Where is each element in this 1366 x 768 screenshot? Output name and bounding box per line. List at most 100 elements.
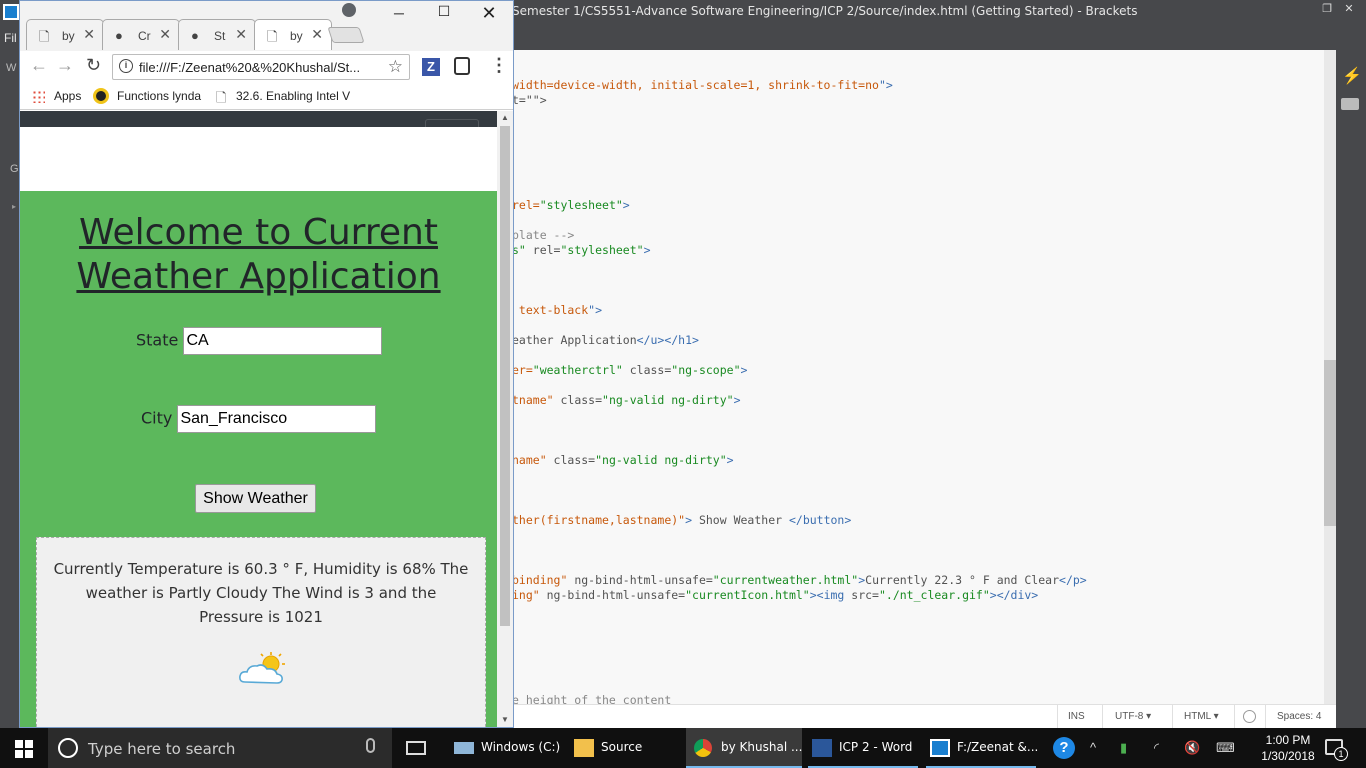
taskbar-app-chrome[interactable]: by Khushal ... bbox=[686, 728, 802, 768]
info-icon[interactable]: i bbox=[119, 59, 133, 73]
state-row: State bbox=[136, 327, 383, 355]
browser-tab-active[interactable]: 🗋 by ✕ bbox=[254, 19, 332, 50]
taskbar-app-brackets[interactable]: F:/Zeenat &... bbox=[922, 728, 1040, 768]
menu-file[interactable]: Fil bbox=[4, 31, 17, 45]
weather-result-text: Currently Temperature is 60.3 ° F, Humid… bbox=[53, 560, 469, 626]
microphone-icon[interactable] bbox=[366, 738, 375, 753]
page-scroll-thumb[interactable] bbox=[500, 126, 510, 626]
bookmark-intel[interactable]: 32.6. Enabling Intel V bbox=[236, 89, 350, 103]
windows-logo-icon bbox=[15, 740, 33, 758]
new-tab-button[interactable] bbox=[327, 27, 365, 43]
browser-toolbar: ← → ↻ i file:///F:/Zeenat%20&%20Khushal/… bbox=[20, 51, 513, 83]
github-icon: ● bbox=[115, 28, 123, 43]
status-separator bbox=[1234, 705, 1235, 729]
status-ins[interactable]: INS bbox=[1068, 711, 1085, 722]
show-hidden-icons-chevron-icon[interactable]: ^ bbox=[1090, 740, 1096, 755]
clock-date[interactable]: 1/30/2018 bbox=[1254, 749, 1322, 763]
code-line: plate --> bbox=[512, 228, 574, 242]
code-token: width=device-width, initial-scale=1, shr… bbox=[512, 78, 879, 92]
clock-time[interactable]: 1:00 PM bbox=[1262, 733, 1314, 747]
sidebar-project-label[interactable]: G bbox=[10, 163, 19, 175]
extension-print-icon[interactable] bbox=[454, 57, 470, 75]
partly-cloudy-icon bbox=[239, 652, 285, 684]
chrome-icon bbox=[694, 739, 712, 757]
city-label: City bbox=[141, 408, 173, 428]
taskbar-app-word[interactable]: ICP 2 - Word bbox=[804, 728, 922, 768]
expand-arrow-icon[interactable]: ▸ bbox=[12, 202, 16, 211]
restore-icon[interactable]: ❐ bbox=[1316, 2, 1338, 15]
status-spaces[interactable]: Spaces: 4 bbox=[1277, 711, 1321, 722]
taskbar-search[interactable]: Type here to search bbox=[48, 728, 392, 768]
tab-close-icon[interactable]: ✕ bbox=[311, 26, 323, 43]
extension-manager-icon[interactable] bbox=[1341, 98, 1359, 110]
city-input[interactable] bbox=[177, 405, 377, 433]
brackets-window-controls[interactable]: ❐ ✕ bbox=[1316, 2, 1360, 15]
code-token: plate --> bbox=[512, 228, 575, 242]
code-line: eather Application</u></h1> bbox=[512, 333, 699, 347]
keyboard-icon[interactable]: ⌨ bbox=[1216, 740, 1235, 756]
code-editor[interactable]: width=device-width, initial-scale=1, shr… bbox=[512, 50, 1324, 704]
code-token: ></div> bbox=[989, 588, 1039, 602]
brackets-statusbar: INS UTF-8 ▾ HTML ▾ Spaces: 4 bbox=[512, 704, 1336, 729]
code-token: > bbox=[733, 393, 741, 407]
taskbar-app-explorer-c[interactable]: Windows (C:) bbox=[446, 728, 564, 768]
status-language[interactable]: HTML ▾ bbox=[1184, 711, 1219, 722]
page-scrollbar[interactable]: ▲ ▼ bbox=[497, 111, 513, 727]
url-text[interactable]: file:///F:/Zeenat%20&%20Khushal/St... bbox=[139, 60, 379, 75]
battery-icon[interactable]: ▮ bbox=[1120, 740, 1127, 756]
brackets-top-strip bbox=[512, 28, 1336, 50]
navbar-toggler[interactable] bbox=[425, 119, 479, 139]
editor-scroll-thumb[interactable] bbox=[1324, 360, 1336, 526]
wifi-icon[interactable]: ◜ bbox=[1154, 740, 1159, 756]
scroll-up-icon[interactable]: ▲ bbox=[501, 113, 509, 122]
page-icon: 🗋 bbox=[267, 29, 278, 44]
bookmark-apps[interactable]: Apps bbox=[54, 89, 81, 103]
volume-muted-icon[interactable]: 🔇 bbox=[1184, 740, 1200, 756]
code-token: text-black bbox=[512, 303, 589, 317]
tab-close-icon[interactable]: ✕ bbox=[235, 26, 247, 43]
code-token: ing" bbox=[512, 588, 540, 602]
code-line: er="weatherctrl" class="ng-scope"> bbox=[512, 363, 747, 377]
code-token: > bbox=[685, 513, 693, 527]
back-arrow-icon[interactable]: ← bbox=[30, 55, 48, 76]
maximize-icon[interactable]: ☐ bbox=[433, 3, 455, 20]
minimize-icon[interactable]: ─ bbox=[388, 5, 410, 21]
code-token: tname" bbox=[512, 393, 554, 407]
browser-tab[interactable]: 🗋 by ✕ bbox=[26, 19, 104, 50]
code-token: "ng-valid ng-dirty" bbox=[602, 393, 734, 407]
address-bar[interactable]: i file:///F:/Zeenat%20&%20Khushal/St... … bbox=[112, 54, 410, 80]
code-token: class= bbox=[553, 393, 603, 407]
code-line: s" rel="stylesheet"> bbox=[512, 243, 651, 257]
code-token: "./nt_clear.gif" bbox=[878, 588, 990, 602]
show-weather-button[interactable]: Show Weather bbox=[195, 484, 316, 513]
browser-tab[interactable]: ● Cr ✕ bbox=[102, 19, 180, 50]
code-token: name" bbox=[512, 453, 547, 467]
scroll-down-icon[interactable]: ▼ bbox=[501, 715, 509, 724]
tab-title: by bbox=[62, 29, 75, 43]
apps-grid-icon[interactable] bbox=[32, 90, 45, 103]
tab-close-icon[interactable]: ✕ bbox=[159, 26, 171, 43]
help-icon[interactable]: ? bbox=[1053, 737, 1075, 759]
status-encoding[interactable]: UTF-8 ▾ bbox=[1115, 711, 1151, 722]
extension-z-icon[interactable]: Z bbox=[422, 58, 440, 76]
tab-close-icon[interactable]: ✕ bbox=[83, 26, 95, 43]
bookmark-lynda[interactable]: Functions lynda bbox=[117, 89, 201, 103]
browser-menu-icon[interactable]: ⋮ bbox=[490, 55, 508, 76]
reload-icon[interactable]: ↻ bbox=[86, 55, 101, 76]
code-line: ing" ng-bind-html-unsafe="currentIcon.ht… bbox=[512, 588, 1038, 602]
state-input[interactable] bbox=[183, 327, 383, 355]
forward-arrow-icon[interactable]: → bbox=[56, 55, 74, 76]
taskbar-app-source[interactable]: Source bbox=[566, 728, 684, 768]
close-icon[interactable]: ✕ bbox=[478, 3, 500, 24]
search-placeholder[interactable]: Type here to search bbox=[88, 740, 235, 758]
live-preview-icon[interactable]: ⚡ bbox=[1342, 66, 1362, 86]
task-view-icon[interactable] bbox=[406, 741, 426, 755]
profile-icon[interactable] bbox=[342, 3, 356, 17]
code-line: e height of the content bbox=[512, 693, 671, 704]
start-button[interactable] bbox=[0, 728, 48, 768]
browser-tab[interactable]: ● St ✕ bbox=[178, 19, 256, 50]
linter-status-icon[interactable] bbox=[1243, 710, 1256, 723]
code-line: ther(firstname,lastname)"> Show Weather … bbox=[512, 513, 851, 527]
bookmark-star-icon[interactable]: ☆ bbox=[388, 57, 403, 77]
close-icon[interactable]: ✕ bbox=[1338, 2, 1360, 15]
